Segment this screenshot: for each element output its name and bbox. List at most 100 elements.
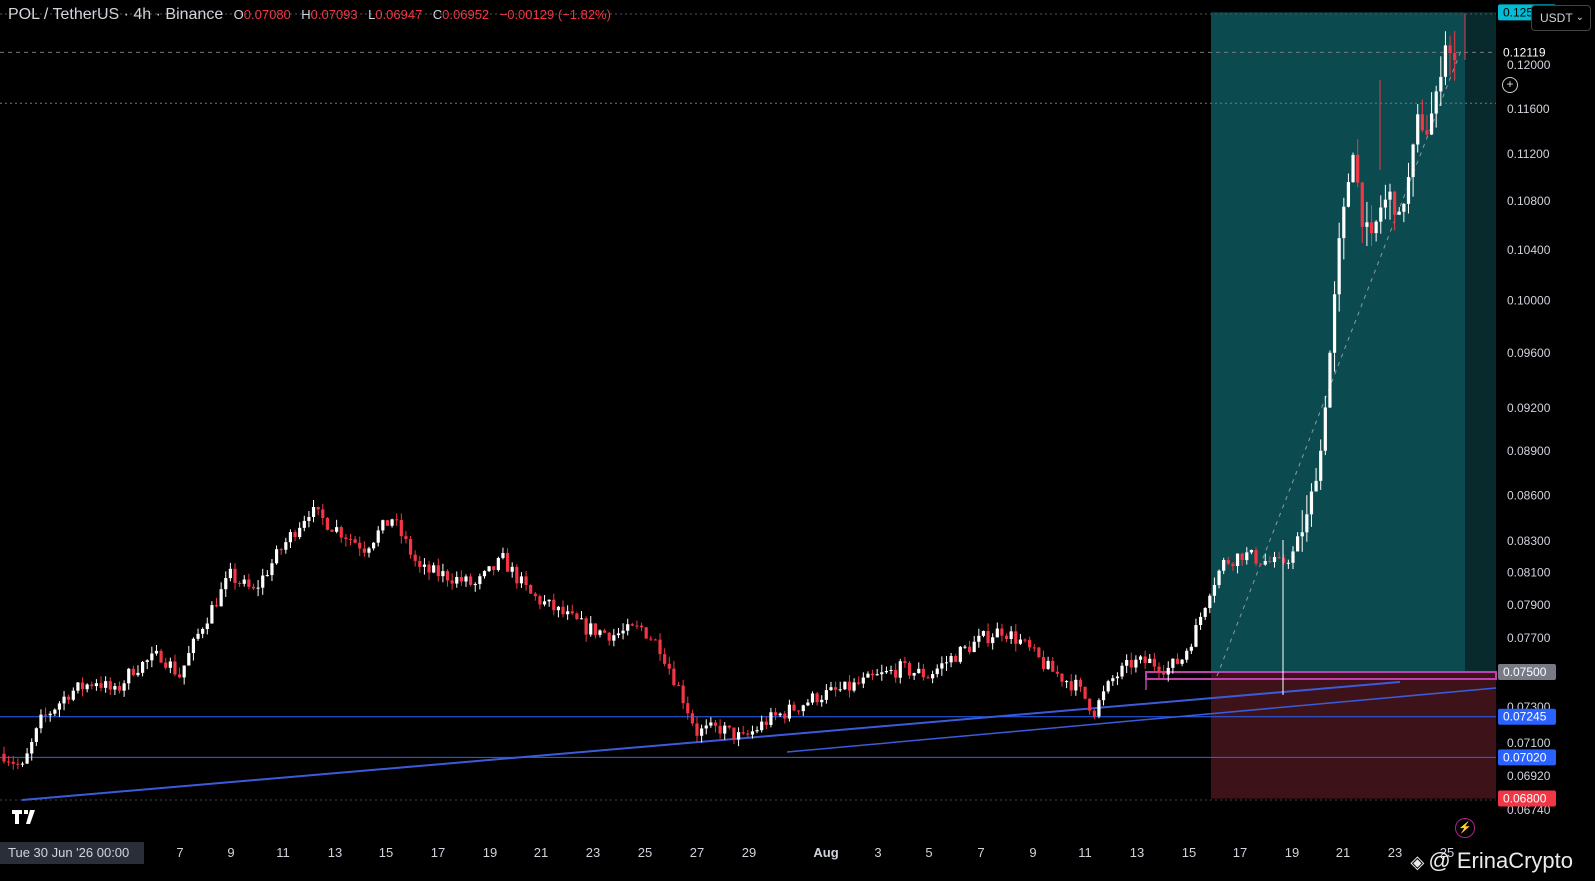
candle-body (80, 682, 85, 690)
candle-body (1092, 710, 1096, 717)
candle-body (404, 536, 408, 540)
candle-body (935, 668, 939, 675)
bolt-icon[interactable]: ⚡ (1455, 818, 1475, 838)
candle-body (441, 571, 445, 577)
candle-body (981, 631, 986, 636)
candle-body (469, 576, 473, 585)
candle-body (39, 714, 43, 729)
candle-body (1420, 114, 1424, 131)
currency-dropdown[interactable]: USDT ⌄ (1531, 5, 1591, 31)
candle-body (196, 633, 200, 639)
candle-body (67, 696, 71, 700)
candle-body (944, 662, 949, 664)
candle-body (362, 548, 366, 553)
candle-body (538, 596, 542, 605)
candle-body (824, 690, 828, 700)
candle-body (681, 685, 685, 704)
candle-body (1332, 294, 1337, 353)
candle-body (1254, 549, 1258, 564)
candle-body (473, 584, 477, 586)
candle-body (1208, 595, 1212, 609)
candle-body (1120, 665, 1124, 677)
candle-body (418, 560, 422, 567)
time-tick-3: 13 (328, 845, 342, 860)
time-tick-7: 21 (534, 845, 548, 860)
high-label: H (301, 7, 311, 22)
price-tick-4: 0.10400 (1507, 243, 1551, 257)
price-tag-1: 0.12119 (1503, 45, 1546, 59)
candle-body (561, 606, 565, 615)
candle-body (210, 605, 214, 624)
candle-body (1429, 113, 1434, 135)
candle-body (187, 653, 191, 666)
candle-body (741, 732, 745, 734)
candle-body (117, 686, 122, 691)
candle-body (1406, 177, 1411, 204)
candle-body (1014, 631, 1018, 644)
candle-body (1434, 91, 1438, 114)
candle-body (894, 670, 898, 678)
price-chart[interactable]: 0.120000.116000.112000.108000.104000.100… (0, 0, 1595, 881)
time-tick-12: Aug (813, 845, 838, 860)
candle-body (1249, 549, 1253, 553)
price-tick-16: 0.06920 (1507, 769, 1551, 783)
candle-body (1055, 671, 1059, 674)
candle-body (672, 668, 676, 686)
candle-body (422, 564, 427, 567)
candle-body (1023, 639, 1027, 641)
candle-body (861, 677, 865, 684)
price-tick-9: 0.08600 (1507, 488, 1551, 502)
candle-body (1300, 532, 1304, 537)
time-tick-14: 5 (925, 845, 932, 860)
price-tick-11: 0.08100 (1507, 566, 1551, 580)
candle-body (492, 566, 496, 571)
candle-body (542, 601, 547, 605)
price-tick-10: 0.08300 (1507, 534, 1551, 548)
candle-body (977, 635, 981, 642)
candle-body (630, 624, 634, 626)
candle-body (94, 683, 98, 687)
candle-body (760, 721, 764, 731)
candle-body (1305, 514, 1309, 533)
candle-body (1268, 560, 1272, 563)
candle-body (1393, 191, 1397, 215)
time-tick-16: 9 (1029, 845, 1036, 860)
time-tick-22: 21 (1336, 845, 1350, 860)
candle-body (783, 713, 787, 719)
candle-body (903, 661, 907, 663)
candle-body (76, 682, 80, 691)
candle-body (367, 548, 371, 553)
profit-zone-shade (1465, 12, 1496, 673)
candle-body (769, 712, 773, 725)
candle-body (224, 578, 228, 590)
candle-body (621, 630, 625, 634)
add-alert-icon[interactable]: + (1502, 77, 1518, 93)
candle-body (1259, 563, 1263, 565)
candle-body (487, 566, 491, 572)
close-label: C (432, 7, 443, 22)
candle-body (639, 625, 644, 628)
candle-body (1388, 191, 1392, 200)
candle-body (478, 576, 482, 585)
candle-body (408, 539, 413, 555)
candle-body (1051, 660, 1055, 672)
candle-body (723, 725, 727, 734)
position-zones (1211, 12, 1496, 799)
candle-body (1180, 659, 1184, 664)
candle-body (1148, 658, 1152, 664)
time-axis: 7 9 11 13 15 17 19 21 23 25 27 29 Aug 3 5 7 9 11 13 15 17 19 2… (176, 845, 1454, 860)
candle-body (136, 672, 140, 676)
time-tick-13: 3 (874, 845, 881, 860)
candle-body (1277, 557, 1281, 559)
candle-body (1226, 559, 1230, 564)
candle-body (875, 674, 879, 676)
candle-body (1286, 562, 1290, 564)
candle-body (1240, 553, 1244, 561)
candle-body (1194, 625, 1198, 647)
candle-body (113, 686, 117, 690)
profit-zone (1211, 12, 1496, 673)
candle-body (247, 579, 251, 587)
candle-body (30, 741, 34, 754)
candle-body (168, 661, 172, 668)
candle-body (718, 725, 722, 734)
